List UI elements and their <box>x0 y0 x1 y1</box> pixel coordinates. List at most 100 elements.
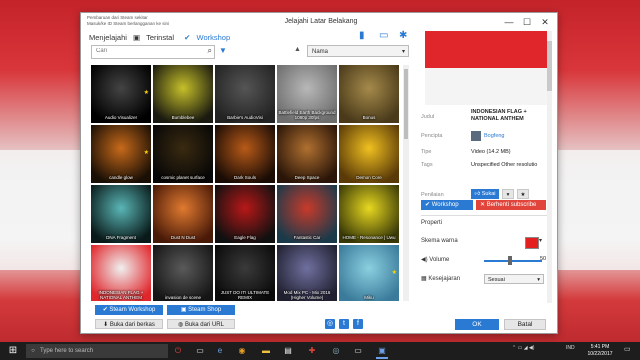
wallpaper-title: INDONESIAN FLAG + NATIONAL ANTHEM <box>471 109 527 122</box>
clock[interactable]: 5:41 PM 10/22/2017 <box>583 344 617 358</box>
volume-slider[interactable] <box>484 260 542 262</box>
wallpaper-tile[interactable]: Barbie's AudioVisi <box>215 65 275 123</box>
wallpaper-tile[interactable]: cosmic planet surface <box>153 125 213 183</box>
wallpaper-tile[interactable]: Mod Mix PC - Mix 2016 (Higher Volume) <box>277 245 337 301</box>
details-scrollbar-thumb[interactable] <box>547 41 552 91</box>
tab-workshop-label: Workshop <box>196 33 231 42</box>
open-url-label: Buka dari URL <box>184 322 224 328</box>
wallpaper-tile-label: JUST DO IT! ULTIMATE REMIX <box>220 290 270 300</box>
volume-row: ◀) Volume <box>421 256 449 263</box>
filter-icon[interactable]: ▼ <box>219 46 227 55</box>
wallpaper-preview <box>425 31 549 105</box>
browse-label: Menjelajahi <box>89 33 127 42</box>
dislike-button[interactable]: ▾ <box>502 189 514 199</box>
ok-button[interactable]: OK <box>455 319 499 330</box>
open-file-button[interactable]: ⬇ Buka dari berkas <box>95 319 163 329</box>
grid-scrollbar-thumb[interactable] <box>404 69 408 139</box>
wallpaper-tile[interactable]: HOME - Resonance | Uwu <box>339 185 399 243</box>
wallpaper-tile-label: Bonus <box>362 115 376 120</box>
steam-app-icon[interactable]: ◎ <box>330 345 342 357</box>
facebook-icon[interactable]: f <box>353 319 363 329</box>
chrome-icon[interactable]: ◉ <box>236 345 248 357</box>
chevron-down-icon: ▾ <box>537 277 540 283</box>
chevron-down-icon: ▾ <box>401 49 405 55</box>
wallpaper-tile-label: Fantastic Car <box>293 235 321 240</box>
wallpaper-tile[interactable]: Bonus <box>339 65 399 123</box>
task-view-icon[interactable]: ▭ <box>194 345 206 357</box>
wallpaper-tile[interactable]: JUST DO IT! ULTIMATE REMIX <box>215 245 275 301</box>
sort-direction-icon[interactable]: ▲ <box>294 46 301 53</box>
monitor-icon[interactable]: ▭ <box>379 31 389 41</box>
store-icon[interactable]: ▤ <box>282 345 294 357</box>
wallpaper-tile[interactable]: INDONESIAN FLAG + NATIONAL ANTHEM <box>91 245 151 301</box>
browse-nav: Menjelajahi ▣ Terinstal ✔ Workshop <box>89 33 238 45</box>
file-icon[interactable]: ▮ <box>359 31 369 41</box>
steam-social-icon[interactable]: ◎ <box>325 319 335 329</box>
wallpaper-tile[interactable]: Battlefield Earth Background 1080p 30fps <box>277 65 337 123</box>
open-url-button[interactable]: ◍ Buka dari URL <box>167 319 235 329</box>
taskbar-search[interactable]: ○ Type here to search <box>26 344 168 358</box>
avatar[interactable] <box>471 131 481 141</box>
unsubscribe-button[interactable]: ✕ Berhenti subscribe <box>476 200 546 210</box>
folder-icon[interactable]: ▬ <box>260 345 272 357</box>
edge-icon[interactable]: e <box>214 345 226 357</box>
wallpaper-tile[interactable]: Miku ★ <box>339 245 399 301</box>
wallpaper-tile-label: Bumblebee <box>171 115 195 120</box>
monitor-app-icon[interactable]: ▭ <box>352 345 364 357</box>
wallpaper-tile[interactable]: Bumblebee <box>153 65 213 123</box>
twitter-icon[interactable]: t <box>339 319 349 329</box>
sort-dropdown[interactable]: Nama ▾ <box>307 45 409 57</box>
properties-heading: Properti <box>421 220 443 226</box>
cancel-button[interactable]: Batal <box>504 319 546 330</box>
windows-start-icon[interactable]: ⊞ <box>6 344 20 358</box>
details-scrollbar[interactable] <box>547 31 552 303</box>
wallpaper-tile[interactable]: Eagle Flag <box>215 185 275 243</box>
sort-value: Nama <box>312 49 329 55</box>
volume-slider-handle[interactable] <box>508 256 512 265</box>
workshop-button-label: Workshop <box>431 202 459 208</box>
steam-shop-button[interactable]: ▣ Steam Shop <box>167 305 235 315</box>
alignment-dropdown[interactable]: Sesuai ▾ <box>484 274 544 284</box>
maximize-button[interactable]: ☐ <box>519 15 535 29</box>
search-box: ⌕ <box>91 45 215 59</box>
tray-icons[interactable]: ⌃ ▭ ◢ ◀) <box>512 345 534 351</box>
color-scheme-swatch[interactable] <box>525 237 539 249</box>
wallpaper-tile[interactable]: Audio Visualizer ★ <box>91 65 151 123</box>
wallpaper-tile-label: Eagle Flag <box>234 235 256 240</box>
like-button[interactable]: 👍︎ Sukai <box>471 189 499 199</box>
wallpaper-engine-icon[interactable]: ▣ <box>376 345 388 359</box>
power-icon[interactable]: ⏻ <box>172 345 184 357</box>
language-indicator[interactable]: IND <box>566 345 575 351</box>
wallpaper-tile[interactable]: DNA Fragment <box>91 185 151 243</box>
workshop-button[interactable]: ✔ Workshop <box>421 200 473 210</box>
color-scheme-label: Skema warna <box>421 238 458 244</box>
wallpaper-grid: Audio Visualizer ★ Bumblebee Barbie's Audio… <box>91 65 409 301</box>
chevron-down-icon[interactable]: ▾ <box>539 237 542 244</box>
app-icon[interactable]: ✚ <box>306 345 318 357</box>
wallpaper-tile[interactable]: invasion de scene <box>153 245 213 301</box>
speaker-icon: ◀) <box>421 257 428 263</box>
wallpaper-tile[interactable]: Dust N Dust <box>153 185 213 243</box>
notification-icon[interactable]: ▭ <box>624 345 631 353</box>
wallpaper-tile-label: Deep Space <box>294 175 320 180</box>
search-icon[interactable]: ⌕ <box>208 46 212 56</box>
wallpaper-tile[interactable]: Dark Souls <box>215 125 275 183</box>
volume-label: Volume <box>429 257 450 263</box>
browse-wallpaper-window: Pembaruan dari Steam sekitar Masuk/ke ID… <box>80 12 558 334</box>
grid-scrollbar[interactable] <box>403 65 409 301</box>
wallpaper-tile[interactable]: Deep Space <box>277 125 337 183</box>
favorite-button[interactable]: ★ <box>517 189 529 199</box>
wrench-icon: ✔ <box>184 33 191 42</box>
author-link[interactable]: Bogfeng <box>484 133 505 139</box>
close-button[interactable]: ✕ <box>537 15 553 29</box>
wallpaper-tile[interactable]: candle glow ★ <box>91 125 151 183</box>
search-input[interactable] <box>92 46 196 56</box>
minimize-button[interactable]: — <box>501 15 517 29</box>
wallpaper-tile[interactable]: Demon Core <box>339 125 399 183</box>
wallpaper-tile[interactable]: Fantastic Car <box>277 185 337 243</box>
gear-icon[interactable]: ✱ <box>399 31 409 41</box>
author-label: Pencipta <box>421 133 443 139</box>
tab-installed[interactable]: ▣ Terinstal <box>133 33 180 42</box>
steam-workshop-button[interactable]: ✔ Steam Workshop <box>95 305 163 315</box>
tab-workshop[interactable]: ✔ Workshop <box>184 33 234 42</box>
